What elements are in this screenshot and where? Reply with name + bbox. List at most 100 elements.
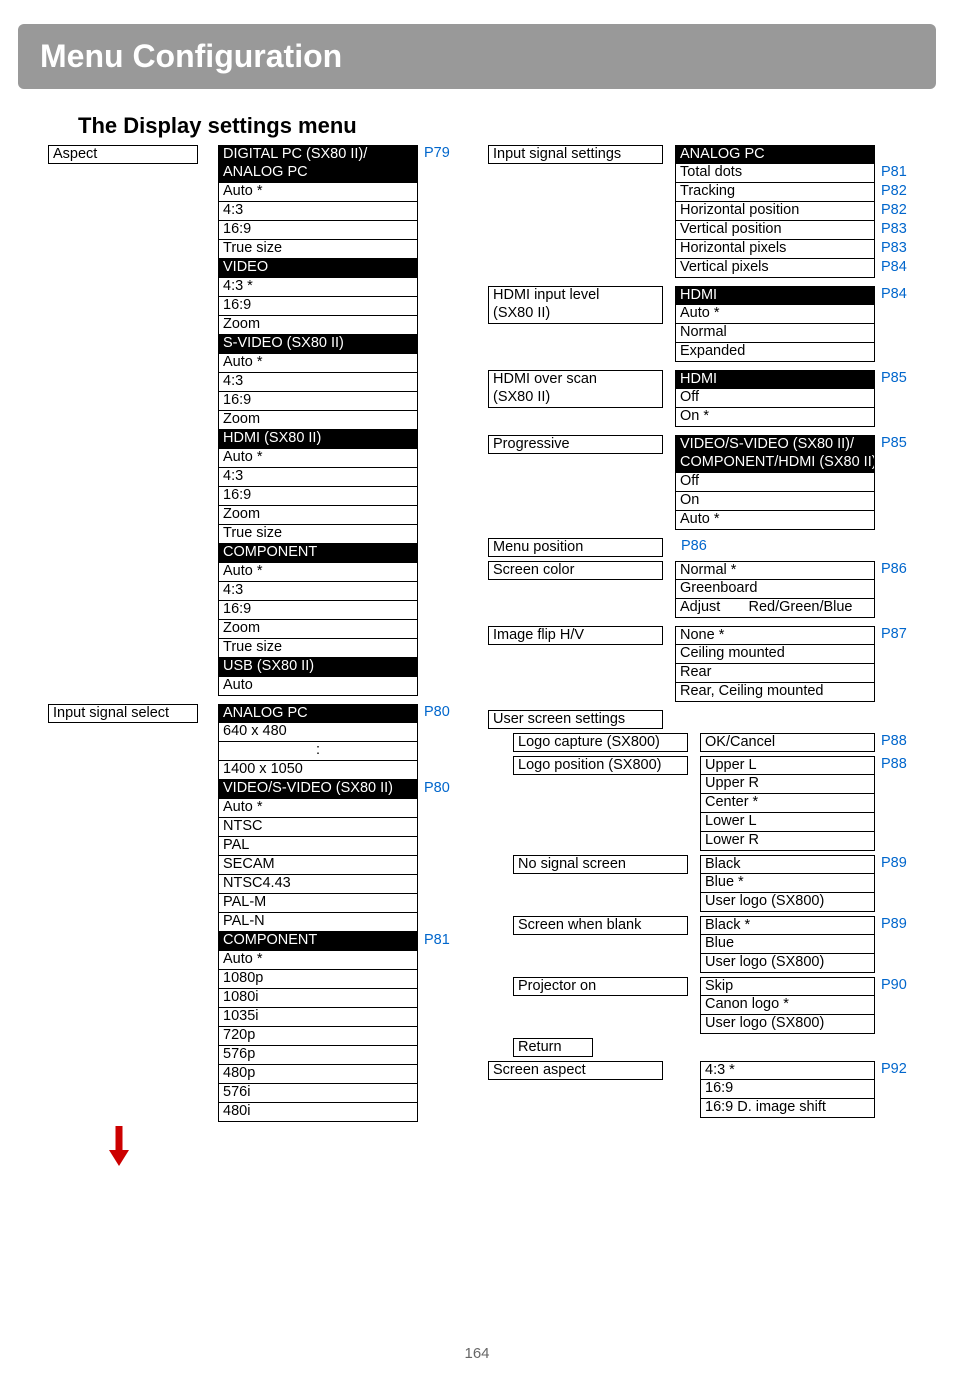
iss-group2-header: COMPONENT xyxy=(218,932,418,951)
projector-on-item: Canon logo * xyxy=(700,996,875,1015)
progressive-page: P85 xyxy=(875,435,915,454)
screen-color-adjust-label: Adjust xyxy=(680,599,720,615)
hdmi-il-page: P84 xyxy=(875,286,915,305)
hdmi-os-item: Off xyxy=(675,389,875,408)
aspect-item: 4:3 * xyxy=(218,278,418,297)
iss-apc-page: P83 xyxy=(875,240,915,259)
hdmi-il-item: Expanded xyxy=(675,343,875,362)
iss-apc-item: Vertical position xyxy=(675,221,875,240)
logo-position-item: Center * xyxy=(700,794,875,813)
no-signal-label: No signal screen xyxy=(513,855,688,874)
aspect-group1-header: VIDEO xyxy=(218,259,418,278)
iss-item: 576p xyxy=(218,1046,418,1065)
iss-group1-header: VIDEO/S-VIDEO (SX80 II) xyxy=(218,780,418,799)
aspect-item: Auto * xyxy=(218,354,418,373)
aspect-item: 4:3 xyxy=(218,582,418,601)
logo-capture-value: OK/Cancel xyxy=(700,733,875,752)
aspect-item: True size xyxy=(218,240,418,259)
aspect-item: 16:9 xyxy=(218,297,418,316)
aspect-item: 16:9 xyxy=(218,221,418,240)
logo-position-item: Lower R xyxy=(700,832,875,851)
hdmi-over-scan-label: HDMI over scan xyxy=(488,370,663,389)
image-flip-page: P87 xyxy=(875,626,915,645)
when-blank-page: P89 xyxy=(875,916,915,935)
iss-item: 1400 x 1050 xyxy=(218,761,418,780)
iss-apc-page: P84 xyxy=(875,259,915,278)
logo-position-item: Lower L xyxy=(700,813,875,832)
aspect-group5-header: USB (SX80 II) xyxy=(218,658,418,677)
screen-aspect-item: 4:3 * xyxy=(700,1061,875,1080)
progressive-header2: COMPONENT/HDMI (SX80 II) xyxy=(675,454,875,473)
user-screen-settings-label: User screen settings xyxy=(488,710,663,729)
aspect-group4-header: COMPONENT xyxy=(218,544,418,563)
projector-on-page: P90 xyxy=(875,977,915,996)
iss-item: 1035i xyxy=(218,1008,418,1027)
projector-on-label: Projector on xyxy=(513,977,688,996)
screen-aspect-label: Screen aspect xyxy=(488,1061,663,1080)
continuation-arrow-icon xyxy=(109,1126,488,1166)
hdmi-input-level-sublabel: (SX80 II) xyxy=(488,305,663,324)
iss-group0-header: ANALOG PC xyxy=(218,704,418,723)
iss-apc-item: Tracking xyxy=(675,183,875,202)
iss-item: 480p xyxy=(218,1065,418,1084)
iss-item: Auto * xyxy=(218,799,418,818)
section-title: The Display settings menu xyxy=(78,113,954,139)
no-signal-item: User logo (SX800) xyxy=(700,893,875,912)
iss-apc-page: P82 xyxy=(875,202,915,221)
aspect-page: P79 xyxy=(418,145,458,164)
iss-page2: P81 xyxy=(418,932,458,951)
when-blank-label: Screen when blank xyxy=(513,916,688,935)
iss-page0: P80 xyxy=(418,704,458,723)
iss-item: : xyxy=(218,742,418,761)
menu-position-page: P86 xyxy=(675,538,707,557)
progressive-header: VIDEO/S-VIDEO (SX80 II)/ xyxy=(675,435,875,454)
aspect-item: 4:3 xyxy=(218,202,418,221)
aspect-item: 16:9 xyxy=(218,487,418,506)
aspect-item: True size xyxy=(218,525,418,544)
screen-color-page: P86 xyxy=(875,561,915,580)
iss-apc-item: Horizontal position xyxy=(675,202,875,221)
hdmi-il-item: Normal xyxy=(675,324,875,343)
screen-color-adjust-value: Red/Green/Blue xyxy=(749,599,853,615)
iss-item: 720p xyxy=(218,1027,418,1046)
aspect-item: Zoom xyxy=(218,506,418,525)
image-flip-label: Image flip H/V xyxy=(488,626,663,645)
screen-aspect-item: 16:9 xyxy=(700,1080,875,1099)
hdmi-input-level-label: HDMI input level xyxy=(488,286,663,305)
aspect-item: Zoom xyxy=(218,316,418,335)
no-signal-item: Black xyxy=(700,855,875,874)
iss-item: 640 x 480 xyxy=(218,723,418,742)
aspect-group0-header2: ANALOG PC xyxy=(218,164,418,183)
progressive-label: Progressive xyxy=(488,435,663,454)
hdmi-il-item: Auto * xyxy=(675,305,875,324)
return-label: Return xyxy=(513,1038,593,1057)
when-blank-item: Blue xyxy=(700,935,875,954)
iss-item: 576i xyxy=(218,1084,418,1103)
aspect-item: Auto * xyxy=(218,183,418,202)
page-header: Menu Configuration xyxy=(18,24,936,89)
iss-apc-item: Horizontal pixels xyxy=(675,240,875,259)
hdmi-os-header: HDMI xyxy=(675,370,875,389)
iss-item: PAL xyxy=(218,837,418,856)
iss-apc-page: P81 xyxy=(875,164,915,183)
aspect-item: 4:3 xyxy=(218,373,418,392)
when-blank-item: Black * xyxy=(700,916,875,935)
aspect-item: 4:3 xyxy=(218,468,418,487)
hdmi-os-page: P85 xyxy=(875,370,915,389)
iss-item: NTSC xyxy=(218,818,418,837)
iss-item: NTSC4.43 xyxy=(218,875,418,894)
image-flip-item: None * xyxy=(675,626,875,645)
screen-color-label: Screen color xyxy=(488,561,663,580)
aspect-item: Zoom xyxy=(218,411,418,430)
iss-item: 1080i xyxy=(218,989,418,1008)
logo-capture-page: P88 xyxy=(875,733,915,752)
projector-on-item: Skip xyxy=(700,977,875,996)
page-number: 164 xyxy=(0,1345,954,1362)
logo-position-label: Logo position (SX800) xyxy=(513,756,688,775)
iss-item: SECAM xyxy=(218,856,418,875)
aspect-item: Zoom xyxy=(218,620,418,639)
iss-item: PAL-N xyxy=(218,913,418,932)
logo-capture-label: Logo capture (SX800) xyxy=(513,733,688,752)
aspect-item: True size xyxy=(218,639,418,658)
logo-position-item: Upper L xyxy=(700,756,875,775)
